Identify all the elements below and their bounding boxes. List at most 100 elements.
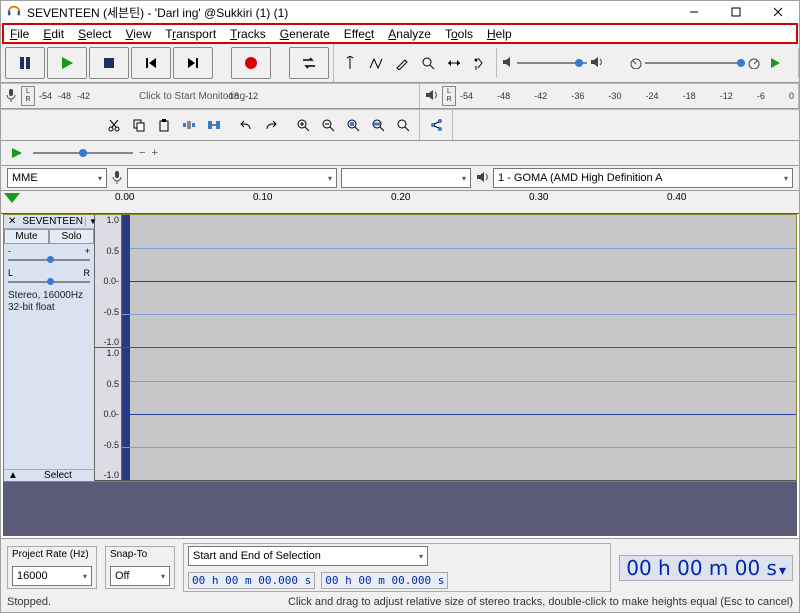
- volume-toolbar: [497, 48, 799, 78]
- pause-button[interactable]: [5, 47, 45, 79]
- menu-transport[interactable]: Transport: [165, 27, 216, 41]
- menu-file[interactable]: File: [10, 27, 29, 41]
- gain-slider[interactable]: [8, 259, 90, 261]
- menu-tracks[interactable]: Tracks: [230, 27, 266, 41]
- undo-button[interactable]: [234, 113, 258, 137]
- menu-select[interactable]: Select: [78, 27, 111, 41]
- empty-track-space[interactable]: [3, 482, 797, 536]
- speaker-icon: [475, 170, 489, 187]
- rec-level-row: − +: [1, 141, 799, 166]
- project-rate-label: Project Rate (Hz): [12, 549, 89, 560]
- speaker-high-icon: [589, 55, 605, 72]
- skip-end-button[interactable]: [173, 47, 213, 79]
- app-window: SEVENTEEN (세븐틴) - 'Darl ing' @Sukkiri (1…: [0, 0, 800, 613]
- status-left: Stopped.: [7, 596, 51, 608]
- track-control-panel: ✕ SEVENTEEN ▼ Mute Solo -+ LR Stereo, 16…: [4, 215, 95, 481]
- rec-device-combo[interactable]: ▾: [127, 168, 337, 188]
- record-meter[interactable]: LR -54 -48 -42 Click to Start Monitoring…: [1, 84, 420, 108]
- speed-low-icon: [629, 55, 643, 72]
- play-speed-button[interactable]: [763, 51, 787, 75]
- menu-edit[interactable]: Edit: [43, 27, 64, 41]
- window-title: SEVENTEEN (세븐틴) - 'Darl ing' @Sukkiri (1…: [27, 4, 288, 21]
- draw-tool[interactable]: [390, 51, 414, 75]
- selection-tool[interactable]: [338, 51, 362, 75]
- menu-analyze[interactable]: Analyze: [388, 27, 431, 41]
- mic-icon: [5, 88, 17, 104]
- track-area: ✕ SEVENTEEN ▼ Mute Solo -+ LR Stereo, 16…: [3, 214, 797, 482]
- vertical-scale[interactable]: 1.0 0.5 0.0- -0.5 -1.0 1.0 0.5 0.0- -0.5…: [95, 215, 122, 481]
- solo-button[interactable]: Solo: [49, 229, 94, 244]
- timeline-ruler[interactable]: 0.00 0.10 0.20 0.30 0.40: [1, 191, 799, 214]
- envelope-tool[interactable]: [364, 51, 388, 75]
- selection-start-input[interactable]: 00 h 00 m 00.000 s: [188, 572, 315, 589]
- stop-button[interactable]: [89, 47, 129, 79]
- play-at-speed-icon[interactable]: [7, 143, 27, 163]
- selection-end-input[interactable]: 00 h 00 m 00.000 s: [321, 572, 448, 589]
- play-device-combo[interactable]: 1 - GOMA (AMD High Definition A▾: [493, 168, 793, 188]
- copy-button[interactable]: [127, 113, 151, 137]
- menu-help[interactable]: Help: [487, 27, 512, 41]
- gain-plus-icon: +: [151, 147, 157, 159]
- mute-button[interactable]: Mute: [4, 229, 49, 244]
- fit-project-button[interactable]: [366, 113, 390, 137]
- maximize-button[interactable]: [715, 1, 757, 23]
- tools-toolbar: [334, 48, 497, 78]
- track-close-button[interactable]: ✕: [4, 216, 20, 227]
- pan-slider[interactable]: [8, 281, 90, 283]
- skip-start-button[interactable]: [131, 47, 171, 79]
- titlebar: SEVENTEEN (세븐틴) - 'Darl ing' @Sukkiri (1…: [1, 1, 799, 23]
- menu-view[interactable]: View: [125, 27, 151, 41]
- menu-tools[interactable]: Tools: [445, 27, 473, 41]
- timeline-quickplay-icon[interactable]: [4, 193, 20, 203]
- selection-toolbar: Project Rate (Hz) 16000▾ Snap-To Off▾ St…: [1, 538, 799, 612]
- zoom-out-button[interactable]: [316, 113, 340, 137]
- snap-combo[interactable]: Off▾: [110, 566, 170, 586]
- loop-button[interactable]: [289, 47, 329, 79]
- selection-mode-combo[interactable]: Start and End of Selection▾: [188, 546, 428, 566]
- gain-minus-icon: −: [139, 147, 145, 159]
- device-toolbar: MME▾ ▾ ▾ 1 - GOMA (AMD High Definition A…: [1, 166, 799, 191]
- speaker-low-icon: [501, 55, 515, 72]
- mic-icon: [111, 170, 123, 187]
- track-name[interactable]: SEVENTEEN: [20, 215, 85, 228]
- zoom-tool[interactable]: [416, 51, 440, 75]
- meter-lr-icon: LR: [21, 86, 35, 106]
- speed-high-icon: [747, 55, 761, 72]
- record-button[interactable]: [231, 47, 271, 79]
- toolbar-row-1: [1, 44, 799, 83]
- fit-selection-button[interactable]: [341, 113, 365, 137]
- silence-button[interactable]: [202, 113, 226, 137]
- zoom-toggle-button[interactable]: [391, 113, 415, 137]
- trim-button[interactable]: [177, 113, 201, 137]
- minimize-button[interactable]: [673, 1, 715, 23]
- audio-position-display[interactable]: 00 h 00 m 00 s▾: [619, 555, 793, 581]
- waveform-display[interactable]: [122, 215, 796, 481]
- multi-tool[interactable]: [468, 51, 492, 75]
- rec-volume-slider[interactable]: [33, 152, 133, 154]
- rec-channels-combo[interactable]: ▾: [341, 168, 471, 188]
- timeshift-tool[interactable]: [442, 51, 466, 75]
- menu-bar: File Edit Select View Transport Tracks G…: [2, 23, 798, 44]
- speaker-icon: [424, 88, 438, 104]
- cut-button[interactable]: [102, 113, 126, 137]
- zoom-in-button[interactable]: [291, 113, 315, 137]
- track-select-button[interactable]: Select: [22, 470, 94, 481]
- edit-toolbar: [1, 110, 420, 140]
- toolbar-row-2: LR -54 -48 -42 Click to Start Monitoring…: [1, 83, 799, 109]
- share-audio-button[interactable]: [424, 113, 448, 137]
- menu-generate[interactable]: Generate: [280, 27, 330, 41]
- status-right: Click and drag to adjust relative size o…: [288, 596, 793, 608]
- play-button[interactable]: [47, 47, 87, 79]
- output-volume-slider[interactable]: [517, 62, 587, 64]
- menu-effect[interactable]: Effect: [344, 27, 374, 41]
- meter-lr-icon: LR: [442, 86, 456, 106]
- audio-host-combo[interactable]: MME▾: [7, 168, 107, 188]
- playback-speed-slider[interactable]: [645, 62, 745, 64]
- transport-toolbar: [1, 44, 334, 82]
- playback-meter[interactable]: LR -54 -48 -42 -36 -30 -24 -18 -12 -6 0: [420, 84, 799, 108]
- collapse-button[interactable]: ▲: [4, 470, 22, 481]
- paste-button[interactable]: [152, 113, 176, 137]
- project-rate-combo[interactable]: 16000▾: [12, 566, 92, 586]
- close-button[interactable]: [757, 1, 799, 23]
- redo-button[interactable]: [259, 113, 283, 137]
